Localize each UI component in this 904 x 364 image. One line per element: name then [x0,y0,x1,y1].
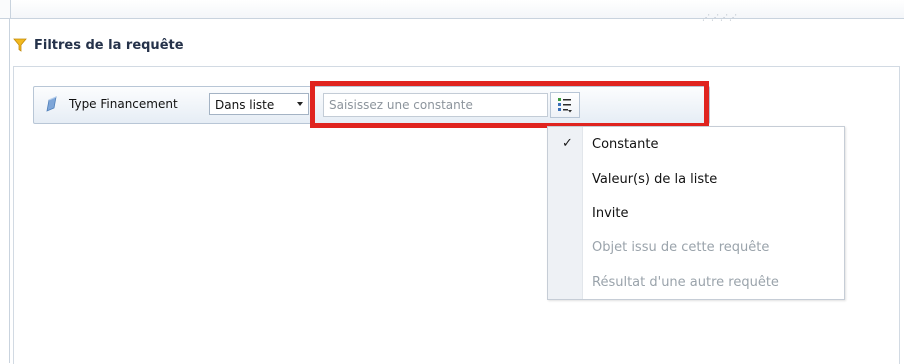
menu-item-label: Valeur(s) de la liste [592,172,718,187]
query-filters-header: Filtres de la requête [10,30,904,60]
funnel-icon [13,38,27,52]
dimension-icon [46,96,57,112]
menu-item-label: Invite [592,206,629,221]
operand-type-menu: ✓ Constante Valeur(s) de la liste Invite… [547,126,845,300]
highlight-annotation [310,81,709,128]
chevron-down-icon[interactable] [297,102,303,106]
menu-item-label: Constante [592,137,659,152]
menu-item-label: Objet issu de cette requête [592,240,770,255]
panel-title: Filtres de la requête [34,37,184,53]
menu-item-prompt[interactable]: Invite [548,197,844,231]
left-border [9,18,10,363]
menu-item-other-query-result: Résultat d'une autre requête [548,266,844,300]
filter-field-label: Type Financement [69,97,178,111]
operator-value: Dans liste [215,98,275,112]
menu-item-object-from-query: Objet issu de cette requête [548,231,844,265]
checkmark-icon: ✓ [562,136,573,151]
operator-dropdown[interactable]: Dans liste [209,93,309,115]
resize-grip-icon[interactable]: ⋰⋰⋰⋰ [702,14,738,22]
menu-item-label: Résultat d'une autre requête [592,275,779,290]
menu-item-list-values[interactable]: Valeur(s) de la liste [548,163,844,197]
menu-item-constante[interactable]: ✓ Constante [548,128,844,162]
left-splitter[interactable] [0,0,11,18]
top-toolbar-strip [0,0,904,19]
